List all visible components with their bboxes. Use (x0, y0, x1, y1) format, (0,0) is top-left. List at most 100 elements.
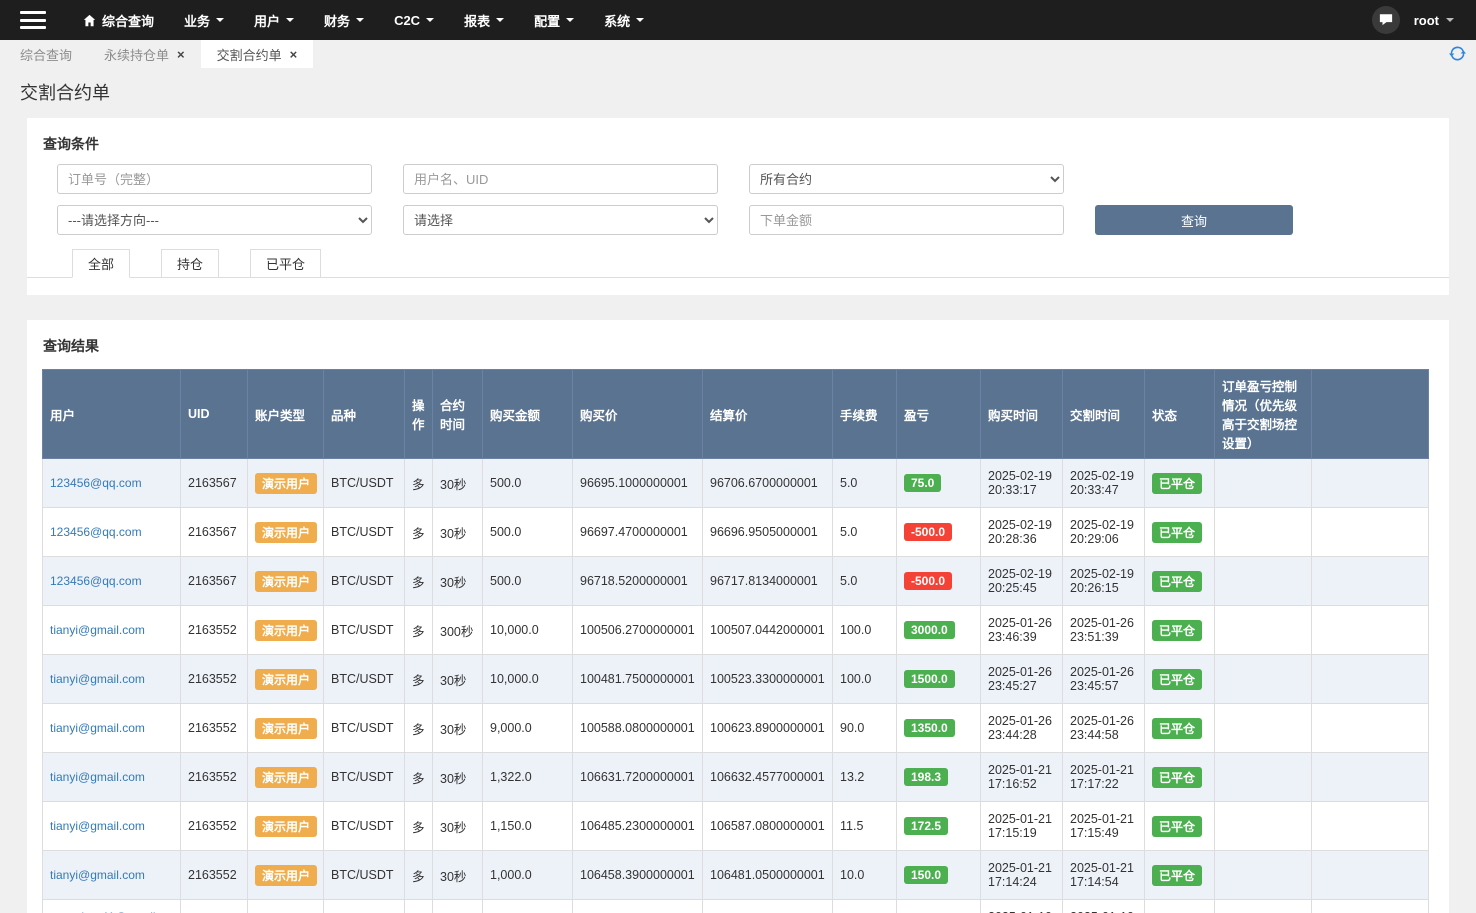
cell-duration: 30秒 (433, 753, 483, 802)
cell-buy-time: 2025-01-2623:45:27 (981, 655, 1063, 704)
cell-filler (1312, 851, 1429, 900)
pnl-badge: 3000.0 (904, 621, 955, 639)
search-button[interactable]: 查询 (1095, 205, 1293, 235)
hamburger-menu-button[interactable] (20, 11, 46, 29)
status-select[interactable]: 请选择 (403, 205, 718, 235)
cell-direction: 多 (405, 557, 433, 606)
top-navbar: 综合查询业务 用户 财务C2C报表配置系统 root (0, 0, 1476, 40)
cell-buy-time: 2025-02-1920:25:45 (981, 557, 1063, 606)
user-email-link[interactable]: 123456@qq.com (50, 574, 142, 588)
cell-fee: 11.5 (833, 802, 897, 851)
table-header-row: 用户UID账户类型品种操作合约时间购买金额购买价结算价手续费盈亏购买时间交割时间… (43, 370, 1429, 459)
column-header-12: 交割时间 (1063, 370, 1145, 459)
cell-account-type: 演示用户 (248, 851, 324, 900)
cell-uid: 2163552 (181, 606, 248, 655)
cell-delivery-time: 2025-01-2117:14:54 (1063, 851, 1145, 900)
cell-buy-time: 2025-01-2117:15:19 (981, 802, 1063, 851)
caret-down-icon (636, 18, 644, 22)
user-email-link[interactable]: tianyi@gmail.com (50, 770, 145, 784)
cell-user: tianyi@gmail.com (43, 655, 181, 704)
table-row: tianyi@gmail.com2163552演示用户BTC/USDT多30秒9… (43, 704, 1429, 753)
user-email-link[interactable]: 123456@qq.com (50, 525, 142, 539)
pnl-badge: 198.3 (904, 768, 948, 786)
filter-tab-2[interactable]: 已平仓 (250, 249, 321, 278)
tab-label: 永续持仓单 (104, 45, 169, 64)
nav-item-4[interactable]: C2C (379, 0, 449, 40)
tab-2[interactable]: 交割合约单 × (201, 40, 314, 68)
filter-tabs: 全部 持仓 已平仓 (27, 249, 1449, 278)
user-email-link[interactable]: tianyi@gmail.com (50, 819, 145, 833)
nav-item-6[interactable]: 配置 (519, 0, 589, 40)
cell-pnl-control (1215, 606, 1312, 655)
cell-buy-price: 100481.7500000001 (573, 655, 703, 704)
order-number-input[interactable] (57, 164, 372, 194)
cell-pnl: 172.5 (897, 802, 981, 851)
cell-duration: 30秒 (433, 508, 483, 557)
cell-account-type: 演示用户 (248, 557, 324, 606)
cell-duration: 30秒 (433, 851, 483, 900)
filter-tab-1[interactable]: 持仓 (161, 249, 219, 278)
cell-user: tianyi@gmail.com (43, 851, 181, 900)
cell-settle-price: 106632.4577000001 (703, 753, 833, 802)
cell-buy-time: 2025-01-2623:46:39 (981, 606, 1063, 655)
close-icon[interactable]: × (177, 48, 185, 61)
nav-item-7[interactable]: 系统 (589, 0, 659, 40)
user-email-link[interactable]: tianyi@gmail.com (50, 672, 145, 686)
account-type-badge: 演示用户 (255, 620, 317, 641)
nav-item-0[interactable]: 综合查询 (68, 0, 169, 40)
user-email-link[interactable]: 123456@qq.com (50, 476, 142, 490)
filter-tab-0[interactable]: 全部 (72, 249, 130, 278)
table-row: 123456@qq.com2163567演示用户BTC/USDT多30秒500.… (43, 557, 1429, 606)
user-email-link[interactable]: tianyi@gmail.com (50, 868, 145, 882)
cell-user: tianyi@gmail.com (43, 802, 181, 851)
column-header-8: 结算价 (703, 370, 833, 459)
navbar-menu: 综合查询业务 用户 财务C2C报表配置系统 (68, 0, 659, 40)
account-type-badge: 演示用户 (255, 473, 317, 494)
nav-item-label: 用户 (254, 11, 280, 30)
account-type-badge: 演示用户 (255, 669, 317, 690)
cell-delivery-time: 2025-01-2117:17:22 (1063, 753, 1145, 802)
account-type-badge: 演示用户 (255, 767, 317, 788)
table-row: tianyi@gmail.com2163552演示用户BTC/USDT多30秒1… (43, 851, 1429, 900)
home-icon (83, 14, 96, 27)
cell-delivery-time: 2025-01-2117:15:49 (1063, 802, 1145, 851)
query-form: 所有合约 ---请选择方向--- 请选择 查询 (27, 164, 1449, 235)
user-menu[interactable]: root (1414, 13, 1454, 28)
cell-direction: 多 (405, 508, 433, 557)
cell-buy-time: 2025-01-2117:14:24 (981, 851, 1063, 900)
tab-label: 交割合约单 (217, 45, 282, 64)
cell-direction: 多 (405, 900, 433, 913)
column-header-6: 购买金额 (483, 370, 573, 459)
user-email-link[interactable]: tianyi@gmail.com (50, 623, 145, 637)
cell-direction: 多 (405, 704, 433, 753)
results-panel-title: 查询结果 (27, 320, 1449, 366)
tab-0[interactable]: 综合查询 (4, 40, 88, 68)
pnl-badge: 172.5 (904, 817, 948, 835)
nav-item-5[interactable]: 报表 (449, 0, 519, 40)
user-email-link[interactable]: tianyi@gmail.com (50, 721, 145, 735)
cell-uid: 2163552 (181, 802, 248, 851)
cell-amount: 500.0 (483, 557, 573, 606)
nav-item-1[interactable]: 业务 (169, 0, 239, 40)
order-amount-input[interactable] (749, 205, 1064, 235)
refresh-button[interactable] (1449, 45, 1466, 65)
column-header-2: 账户类型 (248, 370, 324, 459)
username-uid-input[interactable] (403, 164, 718, 194)
cell-buy-price: 96718.5200000001 (573, 557, 703, 606)
direction-select[interactable]: ---请选择方向--- (57, 205, 372, 235)
nav-item-2[interactable]: 用户 (239, 0, 309, 40)
nav-item-label: 业务 (184, 11, 210, 30)
tab-1[interactable]: 永续持仓单 × (88, 40, 201, 68)
column-header-15 (1312, 370, 1429, 459)
account-type-badge: 演示用户 (255, 571, 317, 592)
cell-settle-price: 100523.3300000001 (703, 655, 833, 704)
nav-item-3[interactable]: 财务 (309, 0, 379, 40)
table-row: 123456@qq.com2163567演示用户BTC/USDT多30秒500.… (43, 459, 1429, 508)
cell-buy-price: 96697.4700000001 (573, 508, 703, 557)
tabbar: 综合查询永续持仓单 × 交割合约单 × (0, 40, 313, 68)
messages-button[interactable] (1372, 6, 1400, 34)
caret-down-icon (426, 18, 434, 22)
close-icon[interactable]: × (290, 48, 298, 61)
contract-select[interactable]: 所有合约 (749, 164, 1064, 194)
status-badge: 已平仓 (1152, 718, 1202, 739)
